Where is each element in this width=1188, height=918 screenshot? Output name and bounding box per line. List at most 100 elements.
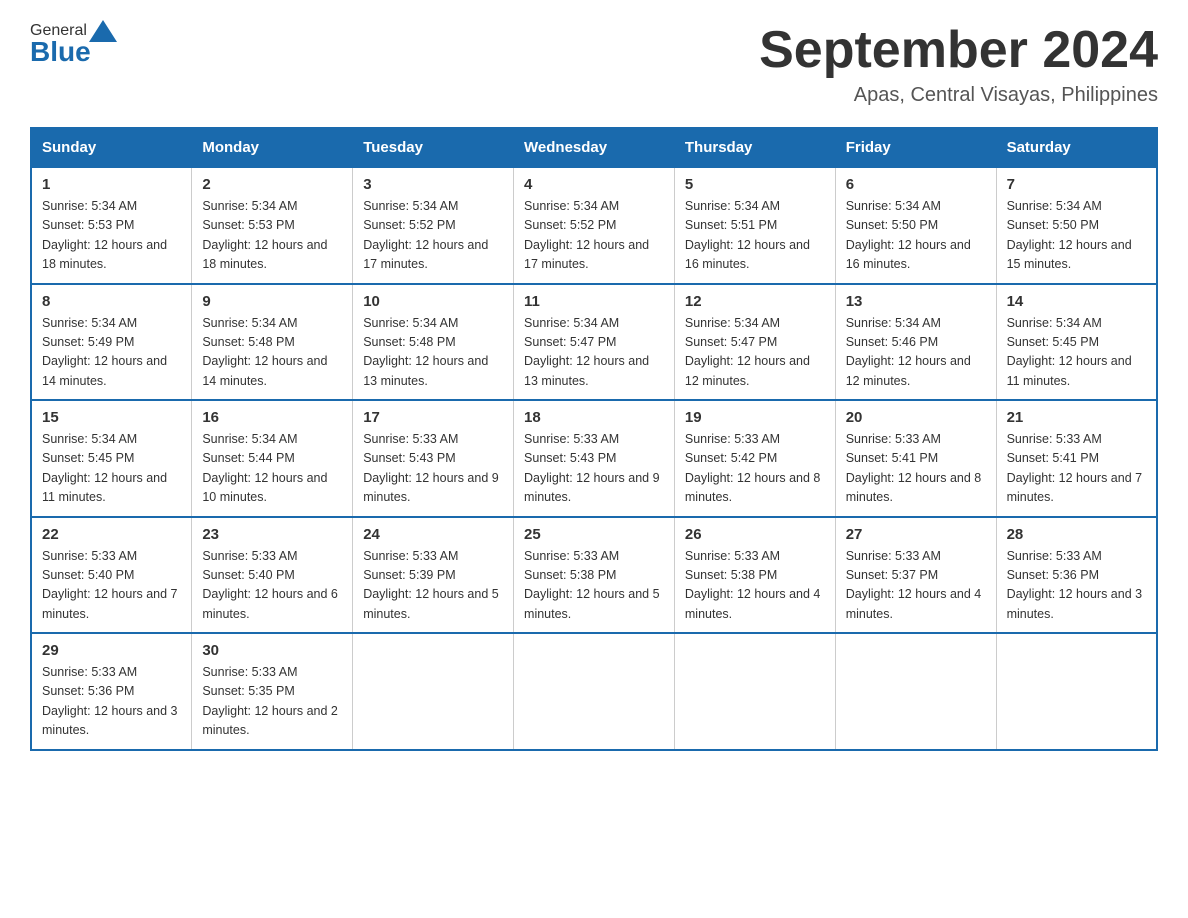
col-tuesday: Tuesday bbox=[353, 128, 514, 167]
day-info: Sunrise: 5:33 AMSunset: 5:35 PMDaylight:… bbox=[202, 665, 338, 737]
day-number: 10 bbox=[363, 293, 503, 310]
day-info: Sunrise: 5:34 AMSunset: 5:46 PMDaylight:… bbox=[846, 316, 971, 388]
col-saturday: Saturday bbox=[996, 128, 1157, 167]
day-info: Sunrise: 5:34 AMSunset: 5:48 PMDaylight:… bbox=[202, 316, 327, 388]
table-row: 6 Sunrise: 5:34 AMSunset: 5:50 PMDayligh… bbox=[835, 167, 996, 284]
day-info: Sunrise: 5:34 AMSunset: 5:51 PMDaylight:… bbox=[685, 199, 810, 271]
table-row: 27 Sunrise: 5:33 AMSunset: 5:37 PMDaylig… bbox=[835, 517, 996, 634]
day-number: 30 bbox=[202, 642, 342, 659]
table-row: 5 Sunrise: 5:34 AMSunset: 5:51 PMDayligh… bbox=[674, 167, 835, 284]
day-info: Sunrise: 5:33 AMSunset: 5:36 PMDaylight:… bbox=[1007, 549, 1143, 621]
day-number: 26 bbox=[685, 526, 825, 543]
table-row: 1 Sunrise: 5:34 AMSunset: 5:53 PMDayligh… bbox=[31, 167, 192, 284]
day-number: 9 bbox=[202, 293, 342, 310]
day-number: 7 bbox=[1007, 176, 1146, 193]
table-row: 24 Sunrise: 5:33 AMSunset: 5:39 PMDaylig… bbox=[353, 517, 514, 634]
day-number: 23 bbox=[202, 526, 342, 543]
day-number: 16 bbox=[202, 409, 342, 426]
table-row: 30 Sunrise: 5:33 AMSunset: 5:35 PMDaylig… bbox=[192, 633, 353, 750]
day-info: Sunrise: 5:33 AMSunset: 5:38 PMDaylight:… bbox=[524, 549, 660, 621]
table-row: 16 Sunrise: 5:34 AMSunset: 5:44 PMDaylig… bbox=[192, 400, 353, 517]
day-info: Sunrise: 5:34 AMSunset: 5:45 PMDaylight:… bbox=[1007, 316, 1132, 388]
month-title: September 2024 bbox=[759, 20, 1158, 80]
day-info: Sunrise: 5:34 AMSunset: 5:44 PMDaylight:… bbox=[202, 432, 327, 504]
day-info: Sunrise: 5:34 AMSunset: 5:50 PMDaylight:… bbox=[846, 199, 971, 271]
table-row: 15 Sunrise: 5:34 AMSunset: 5:45 PMDaylig… bbox=[31, 400, 192, 517]
calendar-header-row: Sunday Monday Tuesday Wednesday Thursday… bbox=[31, 128, 1157, 167]
day-info: Sunrise: 5:34 AMSunset: 5:49 PMDaylight:… bbox=[42, 316, 167, 388]
day-number: 25 bbox=[524, 526, 664, 543]
table-row: 3 Sunrise: 5:34 AMSunset: 5:52 PMDayligh… bbox=[353, 167, 514, 284]
calendar-week-row: 29 Sunrise: 5:33 AMSunset: 5:36 PMDaylig… bbox=[31, 633, 1157, 750]
calendar-week-row: 1 Sunrise: 5:34 AMSunset: 5:53 PMDayligh… bbox=[31, 167, 1157, 284]
day-number: 8 bbox=[42, 293, 181, 310]
title-section: September 2024 Apas, Central Visayas, Ph… bbox=[759, 20, 1158, 107]
col-monday: Monday bbox=[192, 128, 353, 167]
calendar-week-row: 15 Sunrise: 5:34 AMSunset: 5:45 PMDaylig… bbox=[31, 400, 1157, 517]
day-info: Sunrise: 5:34 AMSunset: 5:45 PMDaylight:… bbox=[42, 432, 167, 504]
table-row: 23 Sunrise: 5:33 AMSunset: 5:40 PMDaylig… bbox=[192, 517, 353, 634]
table-row: 7 Sunrise: 5:34 AMSunset: 5:50 PMDayligh… bbox=[996, 167, 1157, 284]
day-number: 18 bbox=[524, 409, 664, 426]
day-info: Sunrise: 5:33 AMSunset: 5:36 PMDaylight:… bbox=[42, 665, 178, 737]
table-row: 14 Sunrise: 5:34 AMSunset: 5:45 PMDaylig… bbox=[996, 284, 1157, 401]
table-row: 8 Sunrise: 5:34 AMSunset: 5:49 PMDayligh… bbox=[31, 284, 192, 401]
table-row: 29 Sunrise: 5:33 AMSunset: 5:36 PMDaylig… bbox=[31, 633, 192, 750]
table-row: 21 Sunrise: 5:33 AMSunset: 5:41 PMDaylig… bbox=[996, 400, 1157, 517]
table-row: 19 Sunrise: 5:33 AMSunset: 5:42 PMDaylig… bbox=[674, 400, 835, 517]
table-row: 10 Sunrise: 5:34 AMSunset: 5:48 PMDaylig… bbox=[353, 284, 514, 401]
day-number: 14 bbox=[1007, 293, 1146, 310]
table-row: 9 Sunrise: 5:34 AMSunset: 5:48 PMDayligh… bbox=[192, 284, 353, 401]
day-info: Sunrise: 5:34 AMSunset: 5:52 PMDaylight:… bbox=[363, 199, 488, 271]
day-info: Sunrise: 5:33 AMSunset: 5:41 PMDaylight:… bbox=[846, 432, 982, 504]
day-info: Sunrise: 5:34 AMSunset: 5:47 PMDaylight:… bbox=[524, 316, 649, 388]
table-row: 4 Sunrise: 5:34 AMSunset: 5:52 PMDayligh… bbox=[514, 167, 675, 284]
calendar-week-row: 22 Sunrise: 5:33 AMSunset: 5:40 PMDaylig… bbox=[31, 517, 1157, 634]
location-text: Apas, Central Visayas, Philippines bbox=[759, 84, 1158, 107]
day-info: Sunrise: 5:33 AMSunset: 5:41 PMDaylight:… bbox=[1007, 432, 1143, 504]
day-number: 24 bbox=[363, 526, 503, 543]
col-wednesday: Wednesday bbox=[514, 128, 675, 167]
day-number: 27 bbox=[846, 526, 986, 543]
table-row: 26 Sunrise: 5:33 AMSunset: 5:38 PMDaylig… bbox=[674, 517, 835, 634]
day-number: 13 bbox=[846, 293, 986, 310]
day-info: Sunrise: 5:34 AMSunset: 5:50 PMDaylight:… bbox=[1007, 199, 1132, 271]
day-info: Sunrise: 5:33 AMSunset: 5:42 PMDaylight:… bbox=[685, 432, 821, 504]
day-number: 29 bbox=[42, 642, 181, 659]
day-info: Sunrise: 5:34 AMSunset: 5:53 PMDaylight:… bbox=[42, 199, 167, 271]
day-info: Sunrise: 5:34 AMSunset: 5:53 PMDaylight:… bbox=[202, 199, 327, 271]
day-number: 19 bbox=[685, 409, 825, 426]
day-number: 5 bbox=[685, 176, 825, 193]
day-number: 28 bbox=[1007, 526, 1146, 543]
day-info: Sunrise: 5:34 AMSunset: 5:48 PMDaylight:… bbox=[363, 316, 488, 388]
day-info: Sunrise: 5:33 AMSunset: 5:38 PMDaylight:… bbox=[685, 549, 821, 621]
day-info: Sunrise: 5:33 AMSunset: 5:43 PMDaylight:… bbox=[524, 432, 660, 504]
day-info: Sunrise: 5:33 AMSunset: 5:37 PMDaylight:… bbox=[846, 549, 982, 621]
table-row: 12 Sunrise: 5:34 AMSunset: 5:47 PMDaylig… bbox=[674, 284, 835, 401]
day-info: Sunrise: 5:33 AMSunset: 5:39 PMDaylight:… bbox=[363, 549, 499, 621]
day-number: 1 bbox=[42, 176, 181, 193]
day-info: Sunrise: 5:34 AMSunset: 5:47 PMDaylight:… bbox=[685, 316, 810, 388]
table-row: 13 Sunrise: 5:34 AMSunset: 5:46 PMDaylig… bbox=[835, 284, 996, 401]
table-row bbox=[514, 633, 675, 750]
table-row: 11 Sunrise: 5:34 AMSunset: 5:47 PMDaylig… bbox=[514, 284, 675, 401]
table-row bbox=[835, 633, 996, 750]
day-number: 3 bbox=[363, 176, 503, 193]
day-number: 11 bbox=[524, 293, 664, 310]
table-row: 2 Sunrise: 5:34 AMSunset: 5:53 PMDayligh… bbox=[192, 167, 353, 284]
logo: General Blue bbox=[30, 20, 119, 68]
logo-blue-text: Blue bbox=[30, 36, 91, 68]
calendar-week-row: 8 Sunrise: 5:34 AMSunset: 5:49 PMDayligh… bbox=[31, 284, 1157, 401]
day-info: Sunrise: 5:33 AMSunset: 5:40 PMDaylight:… bbox=[202, 549, 338, 621]
table-row: 18 Sunrise: 5:33 AMSunset: 5:43 PMDaylig… bbox=[514, 400, 675, 517]
calendar-table: Sunday Monday Tuesday Wednesday Thursday… bbox=[30, 127, 1158, 751]
col-friday: Friday bbox=[835, 128, 996, 167]
page-header: General Blue September 2024 Apas, Centra… bbox=[30, 20, 1158, 107]
day-number: 17 bbox=[363, 409, 503, 426]
table-row: 17 Sunrise: 5:33 AMSunset: 5:43 PMDaylig… bbox=[353, 400, 514, 517]
day-number: 21 bbox=[1007, 409, 1146, 426]
day-info: Sunrise: 5:33 AMSunset: 5:40 PMDaylight:… bbox=[42, 549, 178, 621]
col-sunday: Sunday bbox=[31, 128, 192, 167]
day-number: 6 bbox=[846, 176, 986, 193]
logo-triangle-icon bbox=[89, 20, 117, 42]
